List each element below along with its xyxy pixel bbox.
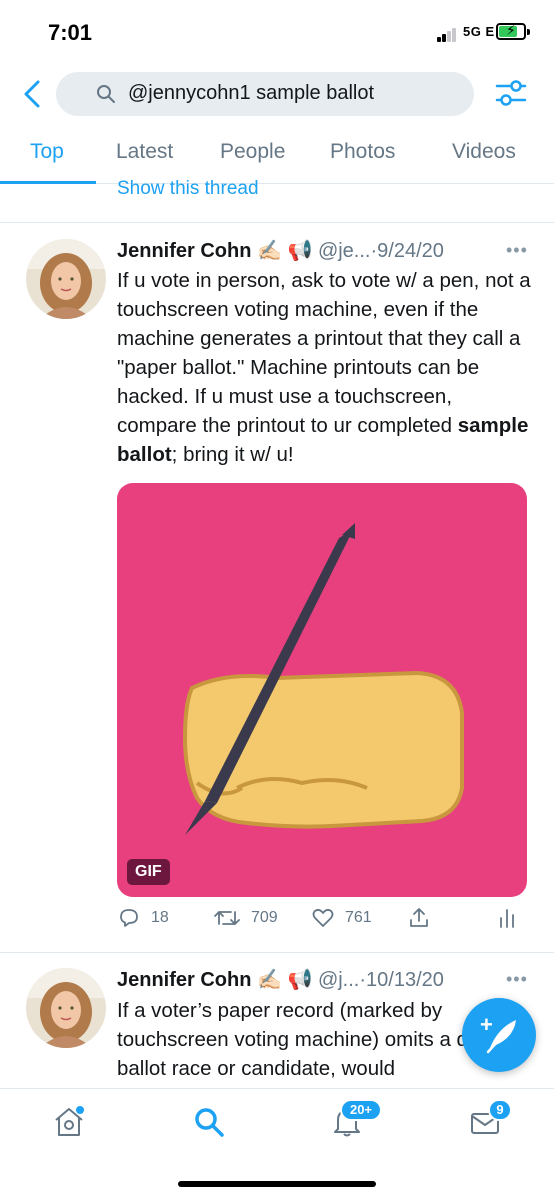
tab-videos[interactable]: Videos bbox=[452, 140, 516, 164]
more-options-icon[interactable]: ••• bbox=[506, 240, 528, 261]
reply-icon bbox=[120, 909, 138, 927]
like-count: 761 bbox=[345, 909, 372, 926]
feather-icon bbox=[486, 1020, 516, 1054]
back-arrow-icon[interactable] bbox=[18, 76, 48, 112]
like-button[interactable]: 761 bbox=[311, 906, 372, 930]
battery-cap bbox=[527, 29, 530, 35]
more-options-icon[interactable]: ••• bbox=[506, 969, 528, 990]
tweet-handle[interactable]: @je... bbox=[318, 240, 371, 262]
writing-hand-emoji-image bbox=[182, 523, 464, 835]
tweet-text: If u vote in person, ask to vote w/ a pe… bbox=[117, 266, 537, 469]
tab-latest[interactable]: Latest bbox=[116, 140, 173, 164]
heart-icon bbox=[312, 908, 334, 927]
notifications-badge: 20+ bbox=[340, 1099, 382, 1121]
search-input[interactable]: @jennycohn1 sample ballot bbox=[56, 72, 474, 116]
search-tabs: Top Latest People Photos Videos bbox=[0, 126, 554, 184]
divider bbox=[0, 222, 554, 223]
reply-button[interactable]: 18 bbox=[117, 906, 169, 930]
analytics-icon bbox=[500, 909, 514, 928]
tab-people[interactable]: People bbox=[220, 140, 285, 164]
share-button[interactable] bbox=[407, 906, 431, 930]
avatar[interactable] bbox=[26, 239, 106, 319]
search-header: @jennycohn1 sample ballot bbox=[0, 62, 554, 126]
network-type: 5G E bbox=[463, 24, 495, 39]
tweet-header: Jennifer Cohn ✍🏻 📢 @j...·10/13/20 bbox=[117, 967, 444, 992]
tweet-gif[interactable]: GIF bbox=[117, 483, 527, 897]
messages-badge: 9 bbox=[488, 1099, 512, 1121]
charging-icon: ⚡ bbox=[506, 22, 516, 38]
home-icon[interactable] bbox=[52, 1105, 86, 1139]
show-thread-link[interactable]: Show this thread bbox=[117, 178, 259, 200]
tweet-date: ·9/24/20 bbox=[370, 240, 444, 262]
share-icon bbox=[410, 908, 428, 927]
search-tab-icon[interactable] bbox=[192, 1105, 226, 1139]
compose-tweet-button[interactable]: + bbox=[462, 998, 536, 1072]
avatar[interactable] bbox=[26, 968, 106, 1048]
tweet-actions: 18 709 761 bbox=[117, 906, 537, 940]
home-indicator bbox=[178, 1181, 376, 1187]
status-bar: 7:01 5G E ⚡ bbox=[0, 0, 554, 62]
tweet-author-name[interactable]: Jennifer Cohn ✍🏻 📢 bbox=[117, 240, 312, 262]
tweet-text-part: ; bring it w/ u! bbox=[171, 443, 294, 466]
tweet-text-part: If u vote in person, ask to vote w/ a pe… bbox=[117, 269, 531, 437]
tweet-date: ·10/13/20 bbox=[359, 969, 444, 991]
search-icon bbox=[97, 85, 115, 103]
divider bbox=[0, 952, 554, 953]
tab-top[interactable]: Top bbox=[30, 140, 64, 164]
active-tab-indicator bbox=[0, 181, 96, 184]
tweet-handle[interactable]: @j... bbox=[318, 969, 359, 991]
search-query: @jennycohn1 sample ballot bbox=[128, 82, 375, 104]
analytics-button[interactable] bbox=[497, 906, 517, 930]
tweet-header: Jennifer Cohn ✍🏻 📢 @je...·9/24/20 bbox=[117, 238, 444, 263]
retweet-count: 709 bbox=[251, 909, 278, 926]
signal-strength-icon bbox=[437, 28, 461, 42]
retweet-icon bbox=[214, 911, 240, 925]
tweet-author-name[interactable]: Jennifer Cohn ✍🏻 📢 bbox=[117, 969, 312, 991]
retweet-button[interactable]: 709 bbox=[213, 906, 278, 930]
reply-count: 18 bbox=[151, 909, 169, 926]
search-filter-icon[interactable] bbox=[494, 76, 528, 110]
gif-badge: GIF bbox=[127, 859, 170, 885]
status-time: 7:01 bbox=[48, 20, 93, 45]
tab-photos[interactable]: Photos bbox=[330, 140, 395, 164]
